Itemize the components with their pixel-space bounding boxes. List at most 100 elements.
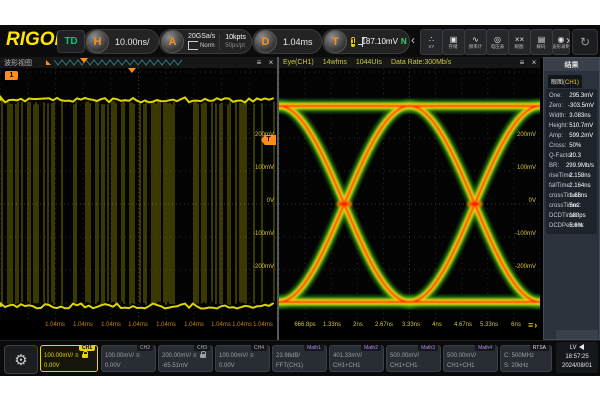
eye-diagram-icon: ×× [515,35,524,44]
horizontal-scale-value: 10.00ns/ [109,37,156,47]
measurement-row: DCDTime:188ps [546,211,597,221]
frequency-counter-icon: ∿ [472,35,479,44]
channel1-marker[interactable]: 1 [5,71,18,80]
measurement-row: Height:510.7mV [546,121,597,131]
acquisition-knob[interactable]: A [161,30,184,53]
waveform-preview-strip[interactable] [44,58,194,67]
acquire-mode: Norm [200,42,215,50]
measurement-row: Width:3.083ns [546,111,597,121]
lock-icon [200,354,206,358]
measurement-row: crossTime2:5ns [546,201,597,211]
measurement-row: crossTime1:1.66ns [546,191,597,201]
wv-xlabel: 1.04ms [124,322,152,328]
sound-icon [579,344,584,350]
math-box-math4[interactable]: Math4 500.00mV/ CH1+CH1 [443,345,498,372]
wv-ylabel: 100mV [244,165,274,171]
eye-wfms-count: 14wfms [323,59,347,66]
results-footer-button[interactable] [556,330,598,339]
trigger-control[interactable]: T 1 187.10mV N [322,29,410,54]
results-title: 结果 [544,58,599,71]
math-box-math2[interactable]: Math2 401.33mV/ CH1+CH1 [329,345,384,372]
measurement-row: BR:299.9Mb/s [546,161,597,171]
eye-xlabel: 666.8ps [291,322,319,328]
results-tab-eye-ch1[interactable]: 眼图(CH1) [548,75,582,88]
system-clock[interactable]: LV 18:57:25 2024/08/01 [556,342,598,373]
eye-ylabel: -200mV [506,264,536,270]
trigger-knob[interactable]: T [324,30,347,53]
acquisition-control[interactable]: A 20GSa/s Norm 10kpts 50ps/pt [159,29,252,54]
coupling-icon: ≡ [193,353,197,359]
refresh-icon[interactable]: ↻ [572,29,598,55]
coupling-icon: ≡ [250,353,254,359]
channel-box-ch3[interactable]: CH3 200.00mV/≡ -65.51mV [158,345,213,372]
sample-rate: 20GSa/s [188,33,215,41]
wv-xlabel: 1.04ms [249,322,277,328]
wv-xlabel: 1.04ms [41,322,69,328]
eye-measurements-card: One:295.3mV Zero:-303.5mV Width:3.083ns … [546,89,597,234]
channel-box-ch1[interactable]: CH1 100.00mV/≡ 0.00V [40,345,98,372]
horizontal-knob[interactable]: H [86,30,109,53]
wv-ylabel: 0V [244,198,274,204]
rtsa-box[interactable]: RTSA C: 500MHz S: 20kHz [500,345,552,372]
wv-ylabel: -200mV [244,264,274,270]
lan-status: LV [570,345,577,351]
math-box-math3[interactable]: Math3 500.00mV/ CH1+CH1 [386,345,441,372]
wv-ylabel: 200mV [244,132,274,138]
eye-xlabel: 6ns [502,322,530,328]
tool-storage-button[interactable]: ▣ 存储 [442,29,465,55]
tool-decode-button[interactable]: ▤ 解码 [530,29,553,55]
trigger-coupling: N [401,37,407,46]
waveform-record-icon: ◉ [558,35,565,44]
measurement-row: One:295.3mV [546,91,597,101]
waveform-view-title: 波形视图 [0,58,32,68]
eye-xlabel: 2ns [344,322,372,328]
channel-box-ch4[interactable]: CH4 100.00mV/≡ 0.00V [215,345,270,372]
eye-close-icon[interactable]: × [528,58,540,67]
acquire-mode-icon [188,41,198,50]
tool-counter-button[interactable]: ∿ 频率计 [464,29,487,55]
eye-xlabel: 3.33ns [397,322,425,328]
channel-box-ch2[interactable]: CH2 100.00mV/≡ 0.00V [101,345,156,372]
waveform-menu-icon[interactable]: ≡ [253,58,265,67]
eye-ylabel: -100mV [506,231,536,237]
measurement-row: fallTime:2.164ns [546,181,597,191]
trigger-status-indicator[interactable]: TD [57,30,85,53]
horizontal-scale-control[interactable]: H 10.00ns/ [84,29,159,54]
wv-xlabel: 1.04ms [97,322,125,328]
delay-knob[interactable]: D [254,30,277,53]
trigger-source-badge: 1 [351,37,355,47]
eye-xlabel: 5.33ns [475,322,503,328]
voltmeter-icon: ◎ [494,35,501,44]
top-toolbar: RIGOL TD H 10.00ns/ A 20GSa/s Norm 10kpt… [0,25,600,58]
tools-scroll-left[interactable]: ‹ [411,33,415,47]
eye-xlabel: 1.33ns [318,322,346,328]
xy-icon: ∴ [429,35,434,44]
sample-resolution: 50ps/pt [225,42,246,50]
eye-uis-count: 1044UIs [356,59,382,66]
wv-xlabel: 1.04ms [69,322,97,328]
eye-view-title: Eye(CH1) [283,59,314,66]
trigger-position-marker[interactable] [128,68,136,73]
tools-scroll-right[interactable]: › [566,33,570,47]
eye-xlabel: 4.67ns [449,322,477,328]
delay-value: 1.04ms [277,37,319,47]
system-time: 18:57:25 [556,353,598,362]
measurement-row: Cross:50% [546,141,597,151]
wv-ylabel: -100mV [244,231,274,237]
tool-xy-button[interactable]: ∴ XY [420,29,443,55]
tool-eye-button[interactable]: ×× 眼图 [508,29,531,55]
measurement-row: riseTime:2.158ns [546,171,597,181]
bottom-channel-bar: ⚙ CH1 100.00mV/≡ 0.00V CH2 100.00mV/≡ 0.… [0,340,600,376]
math-box-math1[interactable]: Math1 23.98dB/ FFT(CH1) [272,345,327,372]
tool-voltmeter-button[interactable]: ◎ 电压表 [486,29,509,55]
measurement-row: Amp:599.2mV [546,131,597,141]
waveform-plot-area[interactable] [0,68,277,320]
eye-plot-area[interactable] [279,68,540,320]
delay-control[interactable]: D 1.04ms [252,29,322,54]
waveform-close-icon[interactable]: × [265,58,277,67]
coupling-icon: ≡ [75,353,79,359]
results-panel: 结果 眼图(CH1) One:295.3mV Zero:-303.5mV Wid… [543,57,600,340]
eye-menu-icon[interactable]: ≡ [516,58,528,67]
eye-bottom-menu-icon[interactable]: ≡› [528,320,538,330]
gear-icon[interactable]: ⚙ [4,345,38,374]
